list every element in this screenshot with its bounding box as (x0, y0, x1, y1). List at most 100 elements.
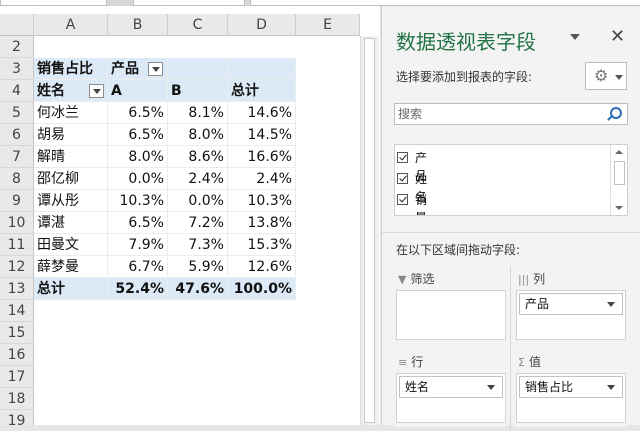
search-icon[interactable] (610, 107, 622, 119)
pivot-row-label: 胡易 (34, 124, 108, 146)
row-header[interactable]: 7 (0, 146, 34, 168)
pivot-row-label: 田曼文 (34, 234, 108, 256)
values-drop-zone[interactable]: 销售占比 (516, 373, 626, 423)
values-area[interactable]: Σ值 销售占比 (514, 351, 626, 427)
checkbox-checked[interactable] (397, 152, 408, 163)
row-header[interactable]: 10 (0, 212, 34, 234)
pivot-row-field[interactable]: 姓名 (34, 80, 108, 102)
pivot-cell-a: 6.5% (108, 212, 168, 234)
vertical-scrollbar[interactable] (360, 36, 379, 425)
pane-options-chevron-icon[interactable] (570, 34, 580, 40)
chevron-down-icon[interactable] (607, 385, 615, 390)
column-header-b[interactable]: B (108, 14, 168, 36)
columns-drop-zone[interactable]: 产品 (516, 290, 626, 340)
filters-drop-zone[interactable] (396, 290, 506, 340)
row-header[interactable]: 9 (0, 190, 34, 212)
column-header-a[interactable]: A (34, 14, 108, 36)
pivot-row-field-label: 姓名 (37, 83, 65, 99)
row-header[interactable]: 13 (0, 278, 34, 300)
pivot-cell-b: 5.9% (168, 256, 228, 278)
scroll-down-icon[interactable] (615, 206, 623, 210)
checkbox-checked[interactable] (397, 173, 408, 184)
rows-icon: ≡ (398, 356, 408, 369)
filters-label: ▼ 筛选 (398, 272, 435, 286)
close-icon[interactable]: ✕ (610, 26, 625, 47)
pivot-grand-total-a: 52.4% (108, 278, 168, 300)
row-header[interactable]: 12 (0, 256, 34, 278)
pivot-value-title: 销售占比 (34, 58, 108, 80)
pivot-column-field-label: 产品 (111, 61, 139, 77)
row-header[interactable]: 15 (0, 322, 34, 344)
pivot-row-label: 谭湛 (34, 212, 108, 234)
pivot-cell-b: 0.0% (168, 190, 228, 212)
column-header-c[interactable]: C (168, 14, 228, 36)
select-all-corner[interactable] (0, 14, 34, 36)
chip-label: 姓名 (405, 380, 430, 394)
row-header[interactable]: 5 (0, 102, 34, 124)
checkbox-checked[interactable] (397, 194, 408, 205)
rows-field-chip[interactable]: 姓名 (399, 376, 503, 398)
pivot-cell-a: 6.5% (108, 124, 168, 146)
chevron-down-icon[interactable] (487, 385, 495, 390)
row-header[interactable]: 19 (0, 410, 34, 425)
row-header[interactable]: 11 (0, 234, 34, 256)
pivot-cell-a: 6.5% (108, 102, 168, 124)
pivot-grand-total: 100.0% (228, 278, 296, 300)
rows-drop-zone[interactable]: 姓名 (396, 373, 506, 423)
scrollbar-thumb[interactable] (614, 161, 625, 185)
divider (382, 232, 640, 233)
pivot-cell-b: 2.4% (168, 168, 228, 190)
column-header-e[interactable]: E (296, 14, 360, 36)
pivot-total-header: 总计 (228, 80, 296, 102)
spreadsheet-grid[interactable]: A B C D E 2 3 4 5 6 7 8 9 10 11 12 13 14 15 16 17 18 19 销… (0, 6, 380, 425)
field-list-scrollbar[interactable] (610, 145, 627, 215)
field-list[interactable]: 产品 姓名 销量 (394, 144, 628, 216)
pivot-header-empty (168, 58, 228, 80)
drag-hint: 在以下区域间拖动字段: (396, 243, 521, 257)
filters-area[interactable]: ▼ 筛选 (394, 268, 506, 344)
row-header[interactable]: 6 (0, 124, 34, 146)
row-header[interactable]: 2 (0, 36, 34, 58)
chevron-down-icon[interactable] (607, 302, 615, 307)
row-filter-dropdown-icon[interactable] (89, 84, 104, 98)
pivot-row-label: 邵亿柳 (34, 168, 108, 190)
rows-area[interactable]: ≡ 行 姓名 (394, 351, 506, 427)
row-header[interactable]: 3 (0, 58, 34, 80)
scrollbar-thumb[interactable] (364, 38, 375, 423)
sigma-icon: Σ (518, 356, 525, 369)
columns-icon: ||| (518, 273, 530, 286)
pivot-cell-total: 2.4% (228, 168, 296, 190)
pivot-row-label: 薛梦曼 (34, 256, 108, 278)
gear-icon: ⚙ (594, 66, 609, 85)
columns-area[interactable]: ||| 列 产品 (514, 268, 626, 344)
row-header[interactable]: 8 (0, 168, 34, 190)
scroll-up-icon[interactable] (615, 150, 623, 154)
pivot-grand-total-b: 47.6% (168, 278, 228, 300)
chevron-down-icon (615, 75, 623, 80)
row-header[interactable]: 17 (0, 366, 34, 388)
row-header[interactable]: 18 (0, 388, 34, 410)
pivot-row-label: 解晴 (34, 146, 108, 168)
columns-field-chip[interactable]: 产品 (519, 293, 623, 315)
pivot-cell-b: 8.0% (168, 124, 228, 146)
pivot-grand-total-label: 总计 (34, 278, 108, 300)
search-placeholder: 搜索 (398, 107, 423, 121)
row-header[interactable]: 16 (0, 344, 34, 366)
row-header[interactable]: 14 (0, 300, 34, 322)
pane-title: 数据透视表字段 (396, 30, 536, 54)
pivot-cell-b: 7.2% (168, 212, 228, 234)
settings-button[interactable]: ⚙ (585, 62, 627, 90)
pivot-cell-total: 16.6% (228, 146, 296, 168)
pivot-cell-b: 8.6% (168, 146, 228, 168)
pivot-cell-total: 14.5% (228, 124, 296, 146)
pivot-col-b-header: B (168, 80, 228, 102)
pivot-column-field[interactable]: 产品 (108, 58, 168, 80)
column-header-d[interactable]: D (228, 14, 296, 36)
pivot-cell-total: 10.3% (228, 190, 296, 212)
columns-label: ||| 列 (518, 272, 546, 286)
search-input[interactable]: 搜索 (394, 103, 628, 125)
column-filter-dropdown-icon[interactable] (148, 62, 163, 76)
values-field-chip[interactable]: 销售占比 (519, 376, 623, 398)
row-header[interactable]: 4 (0, 80, 34, 102)
filter-icon: ▼ (398, 273, 407, 286)
